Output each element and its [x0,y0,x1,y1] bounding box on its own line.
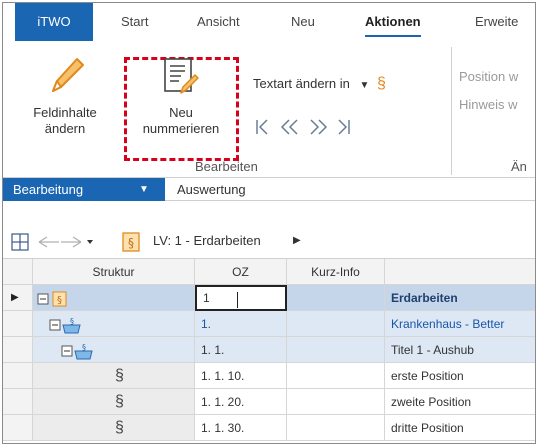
position-section-icon: § [115,419,124,436]
record-navigation-icons [256,119,350,135]
position-command[interactable]: Position w [459,69,518,84]
oz-value: 1 [203,291,210,305]
table-row[interactable]: ▶ § 1 Erdarbeiten [3,285,535,311]
table-row[interactable]: § 1. 1. 10. erste Position [3,363,535,389]
svg-text:§: § [82,343,86,352]
tab-neu[interactable]: Neu [291,3,315,41]
dropdown-arrow-icon: ▼ [359,80,370,91]
row-indicator: ▶ [3,285,33,311]
oz-cell[interactable]: 1. 1. [195,337,287,363]
ribbon-tab-bar: iTWO Start Ansicht Neu Aktionen Erweite [3,3,535,41]
ribbon-panel: Feldinhalte ändern Neu nummerieren Texta… [3,41,535,177]
table-row[interactable]: § 1. 1. Titel 1 - Aushub [3,337,535,363]
oz-edit-field[interactable]: 1 [195,285,287,311]
feldinhalte-label-1: Feldinhalte [33,105,97,120]
tab-ansicht[interactable]: Ansicht [197,3,240,41]
textart-aendern-dropdown[interactable]: Textart ändern in ▼ § [253,75,386,93]
breadcrumb-path[interactable]: LV: 1 - Erdarbeiten [153,233,261,248]
data-grid: Struktur OZ Kurz-Info ▶ § 1 Erdarbeiten [3,259,535,443]
svg-text:§: § [70,317,74,326]
text-cell[interactable]: Krankenhaus - Better [385,311,535,337]
oz-cell[interactable]: 1. [195,311,287,337]
view-tab-bar: Bearbeitung ▼ Auswertung [3,177,535,201]
tab-bearbeitung[interactable]: Bearbeitung ▼ [3,178,165,201]
row-indicator [3,389,33,415]
column-header-oz[interactable]: OZ [195,259,287,285]
struktur-cell[interactable]: § [33,415,195,441]
tab-itwo[interactable]: iTWO [15,3,93,41]
column-header-text[interactable] [385,259,535,285]
row-indicator-header [3,259,33,285]
struktur-cell[interactable]: § [33,337,195,363]
collapse-group-icon[interactable]: § [49,316,83,334]
text-cell[interactable]: Erdarbeiten [385,285,535,311]
row-indicator [3,311,33,337]
table-row[interactable]: § 1. 1. 20. zweite Position [3,389,535,415]
kurz-info-cell[interactable] [287,415,385,441]
svg-text:§: § [57,295,62,306]
text-caret [237,292,238,308]
grid-header-row: Struktur OZ Kurz-Info [3,259,535,285]
svg-text:§: § [128,236,134,250]
text-cell[interactable]: erste Position [385,363,535,389]
collapse-lv-icon[interactable]: § [37,291,69,307]
oz-cell[interactable]: 1. 1. 30. [195,415,287,441]
neu-label-2: nummerieren [142,121,220,136]
pencil-icon [52,58,84,92]
struktur-cell[interactable]: § [33,389,195,415]
struktur-cell[interactable]: § [33,285,195,311]
textart-label: Textart ändern in [253,76,350,91]
tree-structure-icon[interactable] [11,233,29,251]
position-section-icon: § [115,393,124,410]
text-cell[interactable]: zweite Position [385,389,535,415]
column-header-kurz-info[interactable]: Kurz-Info [287,259,385,285]
position-section-icon: § [115,367,124,384]
text-cell[interactable]: Titel 1 - Aushub [385,337,535,363]
table-row[interactable]: § 1. Krankenhaus - Better [3,311,535,337]
app-window: iTWO Start Ansicht Neu Aktionen Erweite … [2,2,536,444]
group-separator [451,47,452,175]
renumber-document-icon [164,58,199,94]
kurz-info-cell[interactable] [287,389,385,415]
tab-auswertung[interactable]: Auswertung [177,178,246,201]
row-indicator [3,415,33,441]
struktur-cell[interactable]: § [33,311,195,337]
oz-cell[interactable]: 1. 1. 10. [195,363,287,389]
group-label-aendern: Än [511,159,527,174]
current-row-arrow-icon: ▶ [11,292,19,303]
feldinhalte-label-2: ändern [44,121,86,136]
row-indicator [3,337,33,363]
oz-cell[interactable]: 1. 1. 20. [195,389,287,415]
text-cell[interactable]: dritte Position [385,415,535,441]
kurz-info-cell[interactable] [287,285,385,311]
table-row[interactable]: § 1. 1. 30. dritte Position [3,415,535,441]
kurz-info-cell[interactable] [287,311,385,337]
row-indicator [3,363,33,389]
tab-aktionen[interactable]: Aktionen [365,3,421,41]
collapse-title-icon[interactable]: § [61,342,95,360]
section-icon: § [377,75,386,92]
breadcrumb-arrow-icon[interactable]: ▶ [293,235,301,246]
struktur-cell[interactable]: § [33,363,195,389]
navigation-bar: § LV: 1 - Erdarbeiten ▶ [3,225,535,259]
tab-erweitert[interactable]: Erweite [475,3,518,41]
kurz-info-cell[interactable] [287,337,385,363]
hinweis-command[interactable]: Hinweis w [459,97,518,112]
dropdown-arrow-icon[interactable]: ▼ [139,178,149,201]
column-header-struktur[interactable]: Struktur [33,259,195,285]
back-forward-arrows-icon[interactable] [37,234,95,250]
lv-document-icon: § [122,232,140,252]
kurz-info-cell[interactable] [287,363,385,389]
group-label-bearbeiten: Bearbeiten [195,159,258,174]
tab-bearbeitung-label: Bearbeitung [13,182,84,197]
tab-start[interactable]: Start [121,3,148,41]
neu-label-1: Neu [169,105,193,120]
